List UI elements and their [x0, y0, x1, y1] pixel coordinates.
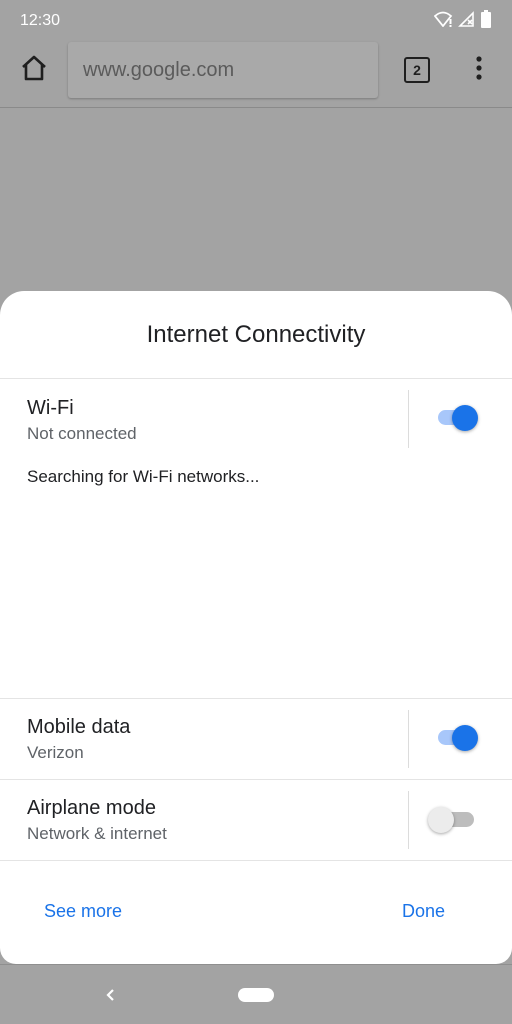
system-nav-bar — [0, 964, 512, 1024]
tab-count: 2 — [413, 62, 421, 78]
battery-icon — [480, 9, 492, 33]
airplane-mode-toggle[interactable] — [428, 805, 480, 835]
mobile-data-toggle-thumb — [452, 725, 478, 751]
wifi-title: Wi-Fi — [27, 397, 74, 419]
home-pill[interactable] — [238, 988, 274, 1002]
tab-switcher-button[interactable]: 2 — [404, 57, 430, 83]
wifi-searching-message: Searching for Wi-Fi networks... — [27, 467, 260, 486]
panel-title: Internet Connectivity — [0, 291, 512, 379]
back-chevron-icon — [102, 989, 118, 1009]
panel-actions: See more Done — [0, 861, 512, 961]
wifi-divider — [408, 390, 409, 448]
screen: 12:30 www.google.com 2 Internet Connecti… — [0, 0, 512, 1024]
wifi-status: Not connected — [27, 424, 137, 443]
internet-connectivity-panel: Internet Connectivity Wi-Fi Not connecte… — [0, 291, 512, 964]
status-time: 12:30 — [20, 12, 61, 29]
airplane-mode-divider — [408, 791, 409, 849]
airplane-mode-text: Airplane mode Network & internet — [27, 797, 485, 844]
wifi-text: Wi-Fi Not connected — [27, 397, 485, 444]
mobile-data-row[interactable]: Mobile data Verizon — [0, 699, 512, 780]
signal-off-icon — [458, 10, 476, 32]
wifi-toggle[interactable] — [436, 403, 480, 433]
url-bar[interactable]: www.google.com — [68, 42, 378, 98]
menu-button[interactable] — [470, 54, 488, 86]
url-text: www.google.com — [83, 58, 235, 81]
airplane-mode-row[interactable]: Airplane mode Network & internet — [0, 780, 512, 861]
back-button[interactable] — [102, 985, 118, 1005]
mobile-data-carrier: Verizon — [27, 743, 84, 762]
wifi-alert-icon — [433, 11, 454, 32]
mobile-data-toggle[interactable] — [436, 723, 480, 753]
mobile-data-divider — [408, 710, 409, 768]
home-icon — [20, 55, 48, 86]
wifi-toggle-thumb — [452, 405, 478, 431]
more-vert-icon — [476, 55, 482, 85]
airplane-mode-toggle-thumb — [428, 807, 454, 833]
status-icons — [433, 9, 492, 33]
airplane-mode-subtitle: Network & internet — [27, 824, 167, 843]
mobile-data-text: Mobile data Verizon — [27, 716, 485, 763]
airplane-mode-title: Airplane mode — [27, 797, 156, 819]
done-button[interactable]: Done — [402, 901, 445, 922]
see-more-button[interactable]: See more — [44, 901, 122, 922]
browser-toolbar: www.google.com 2 — [0, 42, 512, 108]
home-button[interactable] — [18, 54, 50, 86]
wifi-row[interactable]: Wi-Fi Not connected Searching for Wi-Fi … — [0, 379, 512, 699]
status-bar: 12:30 — [0, 0, 512, 42]
mobile-data-title: Mobile data — [27, 716, 131, 738]
